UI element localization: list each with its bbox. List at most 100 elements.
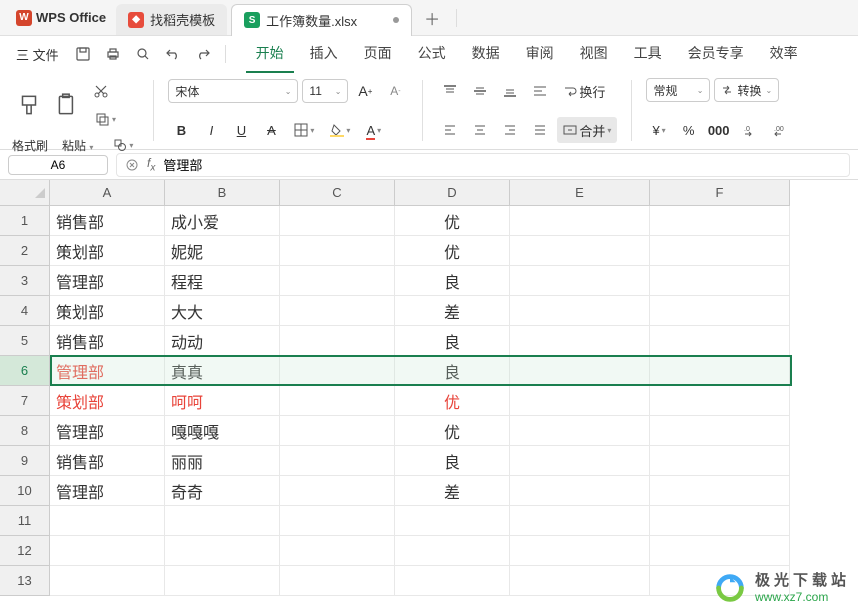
cell[interactable]: 管理部 bbox=[50, 356, 165, 386]
name-box[interactable] bbox=[8, 155, 108, 175]
redo-icon[interactable] bbox=[189, 40, 217, 68]
column-header[interactable]: F bbox=[650, 180, 790, 206]
decrease-font-icon[interactable]: A- bbox=[382, 78, 408, 104]
cell[interactable]: 良 bbox=[395, 326, 510, 356]
select-all-corner[interactable] bbox=[0, 180, 50, 206]
cell[interactable]: 策划部 bbox=[50, 296, 165, 326]
new-tab-button[interactable]: ＋ bbox=[414, 6, 450, 30]
menu-tab-数据[interactable]: 数据 bbox=[462, 35, 510, 73]
cell[interactable]: 差 bbox=[395, 296, 510, 326]
cell[interactable]: 销售部 bbox=[50, 446, 165, 476]
column-header[interactable]: C bbox=[280, 180, 395, 206]
cell[interactable] bbox=[280, 206, 395, 236]
cell[interactable] bbox=[510, 446, 650, 476]
file-menu[interactable]: 三 文件 bbox=[8, 45, 67, 64]
cell[interactable] bbox=[650, 416, 790, 446]
cell[interactable]: 丽丽 bbox=[165, 446, 280, 476]
cell[interactable] bbox=[395, 536, 510, 566]
row-header[interactable]: 9 bbox=[0, 446, 50, 476]
cell[interactable] bbox=[50, 506, 165, 536]
cell[interactable] bbox=[510, 416, 650, 446]
menu-tab-开始[interactable]: 开始 bbox=[246, 35, 294, 73]
cell[interactable] bbox=[280, 296, 395, 326]
cell[interactable]: 管理部 bbox=[50, 476, 165, 506]
cell[interactable] bbox=[165, 506, 280, 536]
row-header[interactable]: 2 bbox=[0, 236, 50, 266]
row-header[interactable]: 10 bbox=[0, 476, 50, 506]
cell[interactable] bbox=[650, 476, 790, 506]
align-top-icon[interactable] bbox=[437, 78, 463, 104]
column-header[interactable]: B bbox=[165, 180, 280, 206]
cell[interactable] bbox=[280, 536, 395, 566]
row-header[interactable]: 1 bbox=[0, 206, 50, 236]
fx-icon[interactable]: fx bbox=[147, 156, 155, 173]
cell[interactable] bbox=[510, 206, 650, 236]
cell[interactable]: 策划部 bbox=[50, 386, 165, 416]
percent-icon[interactable]: % bbox=[676, 117, 702, 143]
fill-color-icon[interactable]: ▾ bbox=[324, 117, 356, 143]
align-bottom-icon[interactable] bbox=[497, 78, 523, 104]
cell[interactable] bbox=[650, 386, 790, 416]
cell[interactable]: 良 bbox=[395, 266, 510, 296]
strikethrough-icon[interactable]: A bbox=[258, 117, 284, 143]
cell[interactable]: 策划部 bbox=[50, 236, 165, 266]
cell[interactable] bbox=[50, 536, 165, 566]
grid-body[interactable]: 销售部成小爱优策划部妮妮优管理部程程良策划部大大差销售部动动良管理部真真良策划部… bbox=[50, 206, 790, 596]
row-header[interactable]: 11 bbox=[0, 506, 50, 536]
cell[interactable] bbox=[510, 536, 650, 566]
column-header[interactable]: E bbox=[510, 180, 650, 206]
menu-tab-审阅[interactable]: 审阅 bbox=[516, 35, 564, 73]
cell[interactable] bbox=[510, 506, 650, 536]
row-header[interactable]: 5 bbox=[0, 326, 50, 356]
cell[interactable]: 嘎嘎嘎 bbox=[165, 416, 280, 446]
cell[interactable] bbox=[650, 506, 790, 536]
cell[interactable] bbox=[650, 536, 790, 566]
cut-icon[interactable] bbox=[88, 78, 114, 104]
justify-icon[interactable] bbox=[527, 117, 553, 143]
cell[interactable]: 大大 bbox=[165, 296, 280, 326]
menu-tab-会员专享[interactable]: 会员专享 bbox=[678, 35, 754, 73]
font-size-select[interactable]: 11 ⌄ bbox=[302, 79, 348, 103]
cell[interactable] bbox=[650, 326, 790, 356]
cell[interactable] bbox=[165, 536, 280, 566]
row-header[interactable]: 12 bbox=[0, 536, 50, 566]
cell[interactable]: 差 bbox=[395, 476, 510, 506]
border-icon[interactable]: ▾ bbox=[288, 117, 320, 143]
cell[interactable] bbox=[510, 386, 650, 416]
cell[interactable]: 优 bbox=[395, 386, 510, 416]
cell[interactable] bbox=[280, 356, 395, 386]
formula-input[interactable] bbox=[163, 157, 841, 172]
row-header[interactable]: 7 bbox=[0, 386, 50, 416]
cell[interactable]: 优 bbox=[395, 236, 510, 266]
menu-tab-效率[interactable]: 效率 bbox=[760, 35, 808, 73]
cell[interactable]: 销售部 bbox=[50, 326, 165, 356]
column-header[interactable]: A bbox=[50, 180, 165, 206]
menu-tab-公式[interactable]: 公式 bbox=[408, 35, 456, 73]
font-color-icon[interactable]: A ▾ bbox=[360, 117, 387, 143]
align-center-icon[interactable] bbox=[467, 117, 493, 143]
cell[interactable] bbox=[510, 236, 650, 266]
row-header[interactable]: 8 bbox=[0, 416, 50, 446]
menu-tab-插入[interactable]: 插入 bbox=[300, 35, 348, 73]
cell[interactable] bbox=[280, 386, 395, 416]
cell[interactable] bbox=[510, 296, 650, 326]
paste-button[interactable] bbox=[50, 88, 84, 122]
cell[interactable]: 管理部 bbox=[50, 416, 165, 446]
bold-icon[interactable]: B bbox=[168, 117, 194, 143]
format-painter-button[interactable] bbox=[12, 88, 46, 122]
cell[interactable]: 优 bbox=[395, 206, 510, 236]
align-middle-icon[interactable] bbox=[467, 78, 493, 104]
decrease-decimal-icon[interactable]: .0 bbox=[736, 117, 762, 143]
row-header[interactable]: 4 bbox=[0, 296, 50, 326]
cell[interactable]: 良 bbox=[395, 446, 510, 476]
increase-decimal-icon[interactable]: .00 bbox=[766, 117, 792, 143]
cell[interactable]: 程程 bbox=[165, 266, 280, 296]
cell[interactable]: 成小爱 bbox=[165, 206, 280, 236]
cell[interactable] bbox=[650, 566, 790, 596]
cell[interactable] bbox=[50, 566, 165, 596]
tab-template[interactable]: ◆ 找稻壳模板 bbox=[116, 4, 227, 35]
cell[interactable] bbox=[280, 566, 395, 596]
cell[interactable] bbox=[280, 236, 395, 266]
currency-icon[interactable]: ¥ ▾ bbox=[646, 117, 671, 143]
cell[interactable] bbox=[280, 416, 395, 446]
